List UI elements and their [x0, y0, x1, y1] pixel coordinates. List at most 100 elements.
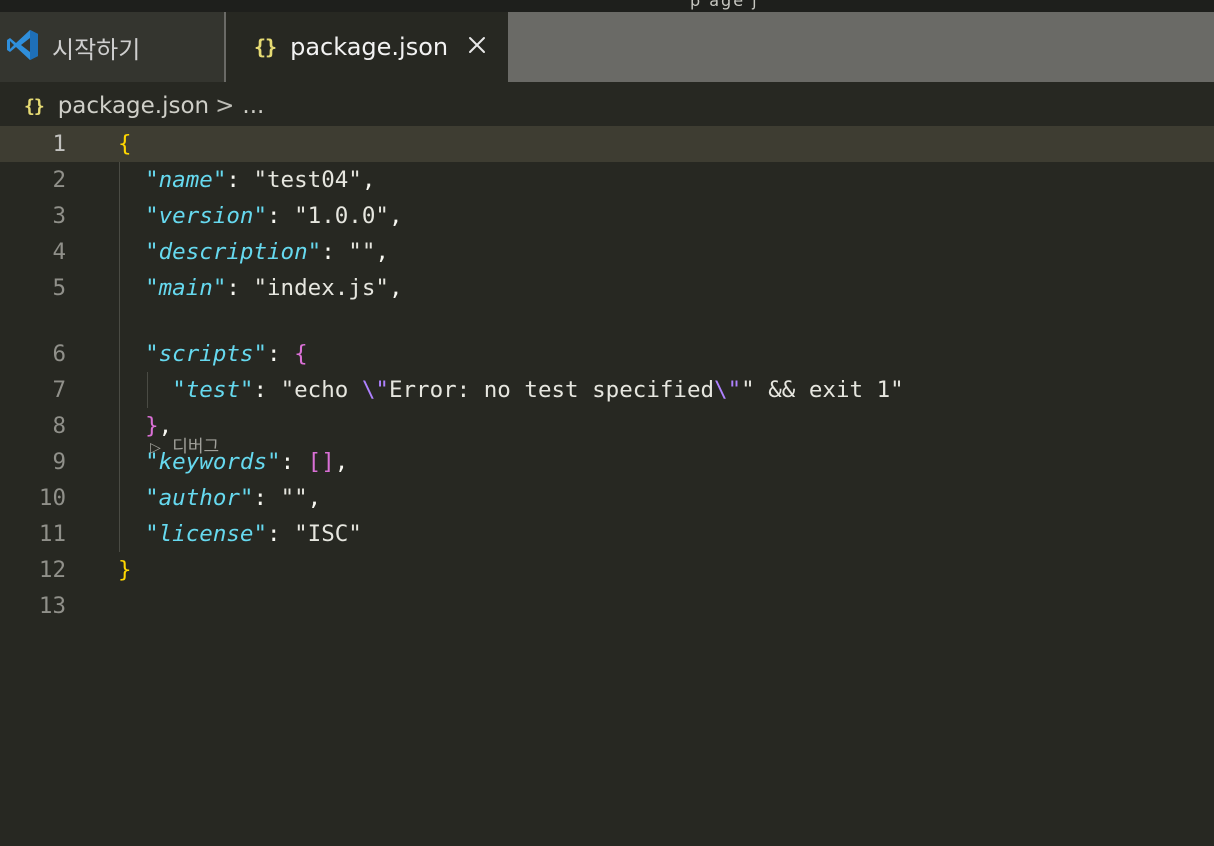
line-number: 1	[52, 131, 66, 157]
code-line[interactable]: 4 "description": "",	[0, 234, 1214, 270]
json-braces-icon: {}	[24, 95, 45, 117]
line-number: 8	[52, 413, 66, 439]
line-number: 10	[38, 485, 66, 511]
code-line[interactable]: 5 "main": "index.js",	[0, 270, 1214, 306]
code-token: author	[158, 485, 240, 511]
code-token: {	[118, 131, 132, 157]
tab-welcome[interactable]: 시작하기	[0, 12, 224, 82]
code-token: "	[267, 449, 281, 475]
code-token: main	[158, 275, 213, 301]
code-token: \"	[361, 377, 389, 403]
code-token: ,	[361, 167, 376, 193]
code-token: description	[158, 239, 308, 265]
code-token: "	[145, 449, 159, 475]
code-token: :	[267, 521, 295, 547]
line-number: 6	[52, 341, 66, 367]
code-text: "keywords": [],	[118, 444, 348, 480]
code-text: },	[118, 408, 172, 444]
breadcrumb-more[interactable]: ...	[242, 93, 264, 119]
code-token: "	[145, 203, 159, 229]
code-token: "	[253, 203, 268, 229]
code-line[interactable]: 8 },	[0, 408, 1214, 444]
line-number: 3	[52, 203, 66, 229]
code-token: "	[253, 341, 268, 367]
breadcrumb-file[interactable]: package.json	[58, 93, 209, 119]
code-token: ,	[158, 413, 173, 439]
code-line[interactable]: 3 "version": "1.0.0",	[0, 198, 1214, 234]
code-line[interactable]: 13	[0, 588, 1214, 624]
indent-guide	[119, 162, 120, 552]
code-text: "version": "1.0.0",	[118, 198, 402, 234]
breadcrumb: {} package.json > ...	[24, 88, 264, 124]
code-token: :	[226, 167, 254, 193]
code-token: ,	[307, 485, 322, 511]
code-token: :	[226, 275, 254, 301]
code-line[interactable]: 6 "scripts": {	[0, 336, 1214, 372]
tab-bar: 시작하기 {} package.json	[0, 12, 1214, 82]
code-text: {	[118, 126, 132, 162]
code-token: ,	[388, 203, 403, 229]
code-line[interactable]: 9 "keywords": [],	[0, 444, 1214, 480]
code-token: ,	[375, 239, 389, 265]
code-line[interactable]: 10 "author": "",	[0, 480, 1214, 516]
code-token: :	[253, 377, 281, 403]
code-token: test	[185, 377, 240, 403]
code-token: "	[239, 485, 254, 511]
code-line[interactable]: 12}	[0, 552, 1214, 588]
code-token: "test04"	[253, 167, 362, 193]
line-number: 9	[52, 449, 66, 475]
code-token: keywords	[158, 449, 268, 475]
code-token: "echo	[280, 377, 362, 403]
code-text: "scripts": {	[118, 336, 308, 372]
code-token: ""	[348, 239, 376, 265]
tab-label: package.json	[290, 33, 449, 61]
line-number: 13	[38, 593, 66, 619]
code-text: "test": "echo \"Error: no test specified…	[118, 372, 904, 408]
code-token: }	[118, 557, 132, 583]
line-number: 4	[52, 239, 66, 265]
code-token: Error: no test specified	[388, 377, 715, 403]
code-text: "description": "",	[118, 234, 389, 270]
tab-package-json[interactable]: {} package.json	[226, 12, 508, 82]
indent-guide	[147, 372, 148, 408]
line-number: 11	[38, 521, 66, 547]
vscode-logo-icon	[6, 28, 40, 66]
code-token: "	[145, 341, 159, 367]
code-token: "	[212, 275, 227, 301]
code-line[interactable]: 7 "test": "echo \"Error: no test specifi…	[0, 372, 1214, 408]
code-token: license	[158, 521, 254, 547]
code-token: :	[321, 239, 349, 265]
code-token: scripts	[158, 341, 254, 367]
code-token: "index.js"	[253, 275, 389, 301]
code-text: "author": "",	[118, 480, 321, 516]
code-token: version	[158, 203, 254, 229]
code-token: ,	[334, 449, 349, 475]
close-icon[interactable]	[466, 34, 488, 56]
code-text: }	[118, 552, 132, 588]
code-token: ,	[388, 275, 403, 301]
code-token: :	[253, 485, 281, 511]
code-token: "	[145, 275, 159, 301]
code-token: " && exit 1"	[741, 377, 904, 403]
code-token: \"	[714, 377, 742, 403]
tab-label: 시작하기	[52, 35, 141, 64]
code-token: ""	[280, 485, 308, 511]
code-line[interactable]: 1{	[0, 126, 1214, 162]
code-text: "license": "ISC"	[118, 516, 362, 552]
json-braces-icon: {}	[254, 35, 277, 59]
code-editor[interactable]: ▷ 디버그 1{2 "name": "test04", 3 "version": …	[0, 126, 1214, 846]
code-token: "	[212, 167, 227, 193]
code-token: "	[307, 239, 322, 265]
code-line[interactable]: 11 "license": "ISC"	[0, 516, 1214, 552]
code-line[interactable]: 2 "name": "test04",	[0, 162, 1214, 198]
code-token: "	[239, 377, 254, 403]
code-token: {	[294, 341, 308, 367]
